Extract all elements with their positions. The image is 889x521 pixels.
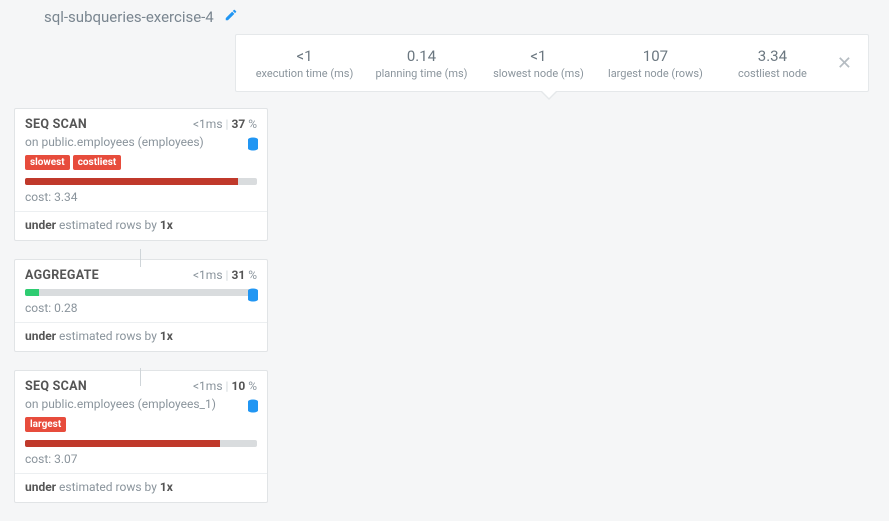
node-time: <1ms <box>193 268 223 282</box>
estimation-line: under estimated rows by 1x <box>25 329 257 343</box>
subtext-value: public.employees (employees) <box>41 135 203 149</box>
stat-label: costliest node <box>714 67 831 80</box>
stat-value: 107 <box>597 47 714 65</box>
subtext-value: public.employees (employees_1) <box>41 397 215 411</box>
cost-line: cost: 3.07 <box>25 452 257 466</box>
cost-value: 3.34 <box>54 190 77 204</box>
cost-bar-track <box>25 289 257 296</box>
node-metrics: <1ms|37 % <box>193 117 257 131</box>
divider <box>15 322 267 323</box>
stat-value: 0.14 <box>363 47 480 65</box>
est-mid: estimated rows by <box>56 218 160 232</box>
node-title: SEQ SCAN <box>25 379 87 394</box>
node-percent: 37 <box>231 117 245 131</box>
cost-bar-track <box>25 440 257 447</box>
stat-execution-time: <1 execution time (ms) <box>246 47 363 80</box>
est-factor: 1x <box>160 329 173 343</box>
edit-icon[interactable] <box>224 8 238 26</box>
node-title: SEQ SCAN <box>25 117 87 132</box>
estimation-line: under estimated rows by 1x <box>25 480 257 494</box>
node-percent-suffix: % <box>245 117 257 131</box>
node-time: <1ms <box>193 379 223 393</box>
plan-tree: SEQ SCAN <1ms|37 % on public.employees (… <box>14 108 268 521</box>
node-percent-suffix: % <box>245 268 257 282</box>
node-percent-suffix: % <box>245 379 257 393</box>
est-factor: 1x <box>160 218 173 232</box>
stat-value: <1 <box>246 47 363 65</box>
cost-label: cost: <box>25 301 54 315</box>
node-time: <1ms <box>193 117 223 131</box>
plan-node[interactable]: SEQ SCAN <1ms|10 % on public.employees (… <box>14 370 268 503</box>
cost-bar-fill <box>25 289 39 296</box>
cost-bar-fill <box>25 440 220 447</box>
stat-value: <1 <box>480 47 597 65</box>
cost-value: 3.07 <box>54 452 77 466</box>
est-factor: 1x <box>160 480 173 494</box>
stat-slowest-node: <1 slowest node (ms) <box>480 47 597 80</box>
subtext-prefix: on <box>25 135 41 149</box>
cost-bar-fill <box>25 178 238 185</box>
cost-label: cost: <box>25 452 54 466</box>
tree-connector <box>140 249 141 267</box>
node-title: AGGREGATE <box>25 268 99 283</box>
node-header: SEQ SCAN <1ms|37 % <box>25 117 257 132</box>
node-subtext: on public.employees (employees_1) <box>25 397 257 411</box>
cost-bar-track <box>25 178 257 185</box>
tag-slowest: slowest <box>25 155 70 170</box>
close-icon[interactable]: ✕ <box>831 53 858 74</box>
stats-pointer-icon <box>540 91 558 100</box>
stat-label: planning time (ms) <box>363 67 480 80</box>
stat-value: 3.34 <box>714 47 831 65</box>
database-icon[interactable] <box>247 399 259 417</box>
stat-largest-node: 107 largest node (rows) <box>597 47 714 80</box>
database-icon[interactable] <box>247 288 259 306</box>
node-header: SEQ SCAN <1ms|10 % <box>25 379 257 394</box>
tree-connector <box>140 368 141 386</box>
node-tags: largest <box>25 417 257 432</box>
cost-line: cost: 0.28 <box>25 301 257 315</box>
stats-bar: <1 execution time (ms) 0.14 planning tim… <box>235 34 869 92</box>
tag-largest: largest <box>25 417 66 432</box>
cost-label: cost: <box>25 190 54 204</box>
node-metrics: <1ms|10 % <box>193 379 257 393</box>
tag-costliest: costliest <box>73 155 122 170</box>
page-title: sql-subqueries-exercise-4 <box>44 8 214 26</box>
node-header: AGGREGATE <1ms|31 % <box>25 268 257 283</box>
stat-label: largest node (rows) <box>597 67 714 80</box>
node-subtext: on public.employees (employees) <box>25 135 257 149</box>
divider <box>15 473 267 474</box>
stat-label: slowest node (ms) <box>480 67 597 80</box>
database-icon[interactable] <box>247 137 259 155</box>
node-tags: slowest costliest <box>25 155 257 170</box>
plan-node[interactable]: SEQ SCAN <1ms|37 % on public.employees (… <box>14 108 268 241</box>
est-mid: estimated rows by <box>56 329 160 343</box>
stat-label: execution time (ms) <box>246 67 363 80</box>
subtext-prefix: on <box>25 397 41 411</box>
plan-node[interactable]: AGGREGATE <1ms|31 % cost: 0.28 under est… <box>14 259 268 352</box>
stat-costliest-node: 3.34 costliest node <box>714 47 831 80</box>
node-percent: 10 <box>231 379 245 393</box>
estimation-line: under estimated rows by 1x <box>25 218 257 232</box>
cost-value: 0.28 <box>54 301 77 315</box>
cost-line: cost: 3.34 <box>25 190 257 204</box>
est-prefix: under <box>25 480 56 494</box>
node-metrics: <1ms|31 % <box>193 268 257 282</box>
est-prefix: under <box>25 329 56 343</box>
divider <box>15 211 267 212</box>
node-percent: 31 <box>231 268 245 282</box>
est-prefix: under <box>25 218 56 232</box>
est-mid: estimated rows by <box>56 480 160 494</box>
stat-planning-time: 0.14 planning time (ms) <box>363 47 480 80</box>
page-header: sql-subqueries-exercise-4 <box>0 0 889 26</box>
